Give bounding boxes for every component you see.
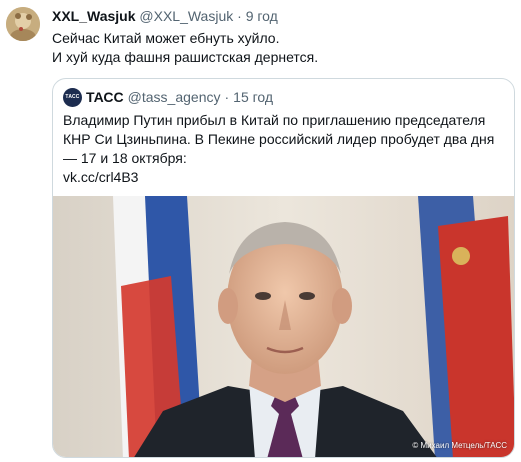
tweet[interactable]: XXL_Wasjuk @XXL_Wasjuk · 9 год Сейчас Ки…	[0, 0, 521, 462]
tweet-text-line: И хуй куда фашня рашистская дернется.	[52, 49, 319, 65]
author-handle[interactable]: @XXL_Wasjuk	[139, 8, 233, 24]
quoted-tweet-text: Владимир Путин прибыл в Китай по приглаш…	[63, 111, 513, 187]
author-name[interactable]: XXL_Wasjuk	[52, 8, 136, 24]
photo-credit: © Михаил Метцель/ТАСС	[412, 441, 507, 450]
tass-logo-icon: ТАСС	[63, 87, 82, 107]
separator-dot: ·	[224, 89, 230, 105]
quoted-text-line: Владимир Путин прибыл в Китай по приглаш…	[63, 112, 486, 128]
tweet-text: Сейчас Китай может ебнуть хуйло. И хуй к…	[52, 29, 318, 67]
avatar[interactable]	[6, 7, 40, 41]
quoted-tweet-timestamp[interactable]: 15 год	[233, 89, 273, 105]
tweet-timestamp[interactable]: 9 год	[246, 8, 278, 24]
quoted-text-line: — 17 и 18 октября:	[63, 150, 187, 166]
quoted-tweet-photo[interactable]: © Михаил Метцель/ТАСС	[53, 196, 514, 457]
quoted-author-name[interactable]: ТАСС	[86, 89, 124, 105]
quoted-text-line: КНР Си Цзиньпина. В Пекине российский ли…	[63, 131, 495, 147]
photo-illustration	[53, 196, 514, 457]
quoted-author-handle[interactable]: @tass_agency	[128, 89, 221, 105]
separator-dot: ·	[237, 8, 242, 24]
quoted-tweet-header: ТАСС ТАСС @tass_agency · 15 год	[63, 87, 273, 107]
quoted-tweet[interactable]: ТАСС ТАСС @tass_agency · 15 год Владимир…	[52, 78, 515, 458]
avatar-image	[6, 7, 40, 41]
tweet-header: XXL_Wasjuk @XXL_Wasjuk · 9 год	[52, 7, 278, 25]
tweet-text-line: Сейчас Китай может ебнуть хуйло.	[52, 30, 280, 46]
quoted-link[interactable]: vk.cc/crl4B3	[63, 168, 513, 187]
